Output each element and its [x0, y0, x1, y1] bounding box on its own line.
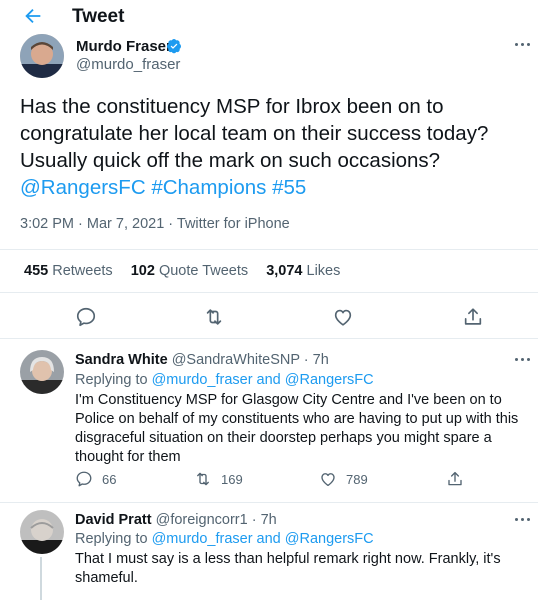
reply-text: That I must say is a less than helpful r… [75, 551, 501, 586]
more-options-icon[interactable] [515, 42, 531, 48]
retweet-icon[interactable] [203, 306, 225, 328]
reply-header: David Pratt @foreigncorr1 · 7h [75, 512, 277, 528]
reply-avatar-photo [20, 350, 64, 394]
reply-handle-time[interactable]: @foreigncorr1 · 7h [156, 512, 277, 528]
avatar[interactable] [20, 34, 64, 78]
hashtag-champions[interactable]: #Champions [151, 176, 266, 199]
divider [0, 292, 538, 293]
page-title: Tweet [72, 6, 125, 27]
reply-icon[interactable] [75, 306, 97, 328]
reply-author-name[interactable]: Sandra White [75, 352, 168, 368]
mention-rangersfc[interactable]: @RangersFC [20, 176, 146, 199]
tweet-timestamp[interactable]: 3:02 PM · Mar 7, 2021 · Twitter for iPho… [20, 216, 290, 232]
reply-avatar[interactable] [20, 350, 64, 394]
tweet-text: Has the constituency MSP for Ibrox been … [20, 93, 530, 201]
retweets-count[interactable]: 455 [24, 263, 48, 279]
reply-author-name[interactable]: David Pratt [75, 512, 152, 528]
reply-avatar[interactable] [20, 510, 64, 554]
quotes-label[interactable]: Quote Tweets [159, 263, 248, 279]
replying-to: Replying to @murdo_fraser and @RangersFC [75, 531, 374, 547]
replying-to: Replying to @murdo_fraser and @RangersFC [75, 372, 374, 388]
share-icon[interactable] [446, 470, 464, 488]
reply-handle-time[interactable]: @SandraWhiteSNP · 7h [172, 352, 329, 368]
hashtag-55[interactable]: #55 [272, 176, 306, 199]
share-icon[interactable] [462, 306, 484, 328]
divider [0, 249, 538, 250]
thread-line [40, 557, 42, 600]
reply-count: 66 [102, 472, 117, 487]
reply-icon[interactable] [75, 470, 93, 488]
quotes-count[interactable]: 102 [131, 263, 155, 279]
reply-avatar-photo [20, 510, 64, 554]
avatar-photo [20, 34, 64, 78]
divider [0, 502, 538, 503]
replying-to-handles[interactable]: @murdo_fraser and @RangersFC [152, 531, 374, 547]
back-arrow-icon[interactable] [22, 5, 44, 27]
like-action[interactable]: 789 [319, 470, 379, 488]
tweet-body: Has the constituency MSP for Ibrox been … [20, 95, 489, 172]
reply-action[interactable]: 66 [75, 470, 135, 488]
reply-header: Sandra White @SandraWhiteSNP · 7h [75, 352, 329, 368]
tweet-stats: 455 Retweets 102 Quote Tweets 3,074 Like… [24, 263, 340, 279]
like-count: 789 [346, 472, 368, 487]
share-action[interactable] [446, 470, 466, 488]
retweet-icon[interactable] [194, 470, 212, 488]
more-options-icon[interactable] [515, 357, 531, 363]
like-heart-icon[interactable] [332, 306, 354, 328]
author-handle[interactable]: @murdo_fraser [76, 56, 180, 73]
like-heart-icon[interactable] [319, 470, 337, 488]
verified-badge-icon [167, 39, 181, 54]
more-options-icon[interactable] [515, 517, 531, 523]
replying-to-handles[interactable]: @murdo_fraser and @RangersFC [152, 372, 374, 388]
replying-to-prefix: Replying to [75, 372, 148, 388]
reply-text: I'm Constituency MSP for Glasgow City Ce… [75, 392, 519, 465]
likes-label[interactable]: Likes [307, 263, 341, 279]
divider [0, 338, 538, 339]
retweets-label[interactable]: Retweets [52, 263, 112, 279]
retweet-action[interactable]: 169 [194, 470, 254, 488]
author-name[interactable]: Murdo Fraser [76, 38, 172, 55]
replying-to-prefix: Replying to [75, 531, 148, 547]
top-bar: Tweet [0, 0, 538, 34]
retweet-count: 169 [221, 472, 243, 487]
likes-count[interactable]: 3,074 [266, 263, 302, 279]
